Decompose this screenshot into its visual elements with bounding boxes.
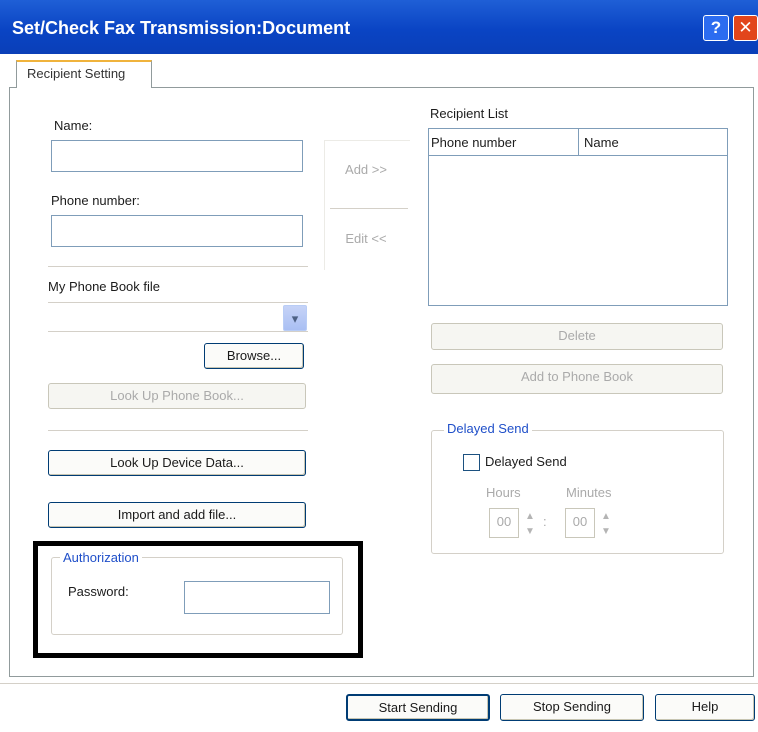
divider (48, 430, 308, 431)
name-label: Name: (54, 118, 93, 133)
delete-button[interactable]: Delete (431, 323, 723, 350)
delayed-send-group-title: Delayed Send (444, 421, 532, 436)
start-sending-button[interactable]: Start Sending (346, 694, 490, 721)
phonebook-file-label: My Phone Book file (48, 279, 161, 294)
lookup-device-data-button[interactable]: Look Up Device Data... (48, 450, 306, 476)
edit-button[interactable]: Edit << (326, 227, 406, 255)
tab-recipient-setting[interactable]: Recipient Setting (16, 60, 152, 88)
column-name[interactable]: Name (584, 135, 619, 150)
window-title: Set/Check Fax Transmission:Document (12, 18, 351, 38)
import-add-file-button[interactable]: Import and add file... (48, 502, 306, 528)
delayed-send-checkbox[interactable] (463, 454, 480, 471)
hours-down-icon[interactable]: ▼ (525, 526, 535, 538)
recipient-list-label: Recipient List (430, 106, 509, 121)
name-input[interactable] (51, 140, 303, 172)
stop-sending-button[interactable]: Stop Sending (500, 694, 644, 721)
authorization-highlight-box (33, 541, 363, 658)
hours-input[interactable]: 00 (489, 508, 519, 538)
help-button[interactable]: Help (655, 694, 755, 721)
tab-label: Recipient Setting (27, 66, 126, 81)
delayed-send-checkbox-label: Delayed Send (485, 454, 567, 469)
help-icon-button[interactable]: ? (703, 15, 729, 41)
close-icon-button[interactable]: ✕ (733, 15, 758, 41)
divider (48, 266, 308, 267)
minutes-label: Minutes (566, 485, 612, 500)
column-divider (578, 128, 579, 156)
add-to-phonebook-button[interactable]: Add to Phone Book (431, 364, 723, 394)
time-separator: : (543, 514, 547, 529)
add-button[interactable]: Add >> (326, 158, 406, 186)
hours-label: Hours (486, 485, 521, 500)
browse-button[interactable]: Browse... (204, 343, 304, 369)
minutes-up-icon[interactable]: ▲ (601, 511, 611, 523)
phonebook-file-select[interactable] (48, 302, 308, 332)
hours-up-icon[interactable]: ▲ (525, 511, 535, 523)
phone-number-label: Phone number: (51, 193, 140, 208)
chevron-down-icon[interactable]: ▾ (283, 305, 307, 331)
minutes-input[interactable]: 00 (565, 508, 595, 538)
lookup-phonebook-button[interactable]: Look Up Phone Book... (48, 383, 306, 409)
column-phone-number[interactable]: Phone number (431, 135, 516, 150)
footer-divider (0, 683, 758, 684)
phone-number-input[interactable] (51, 215, 303, 247)
divider (330, 208, 408, 209)
minutes-down-icon[interactable]: ▼ (601, 526, 611, 538)
